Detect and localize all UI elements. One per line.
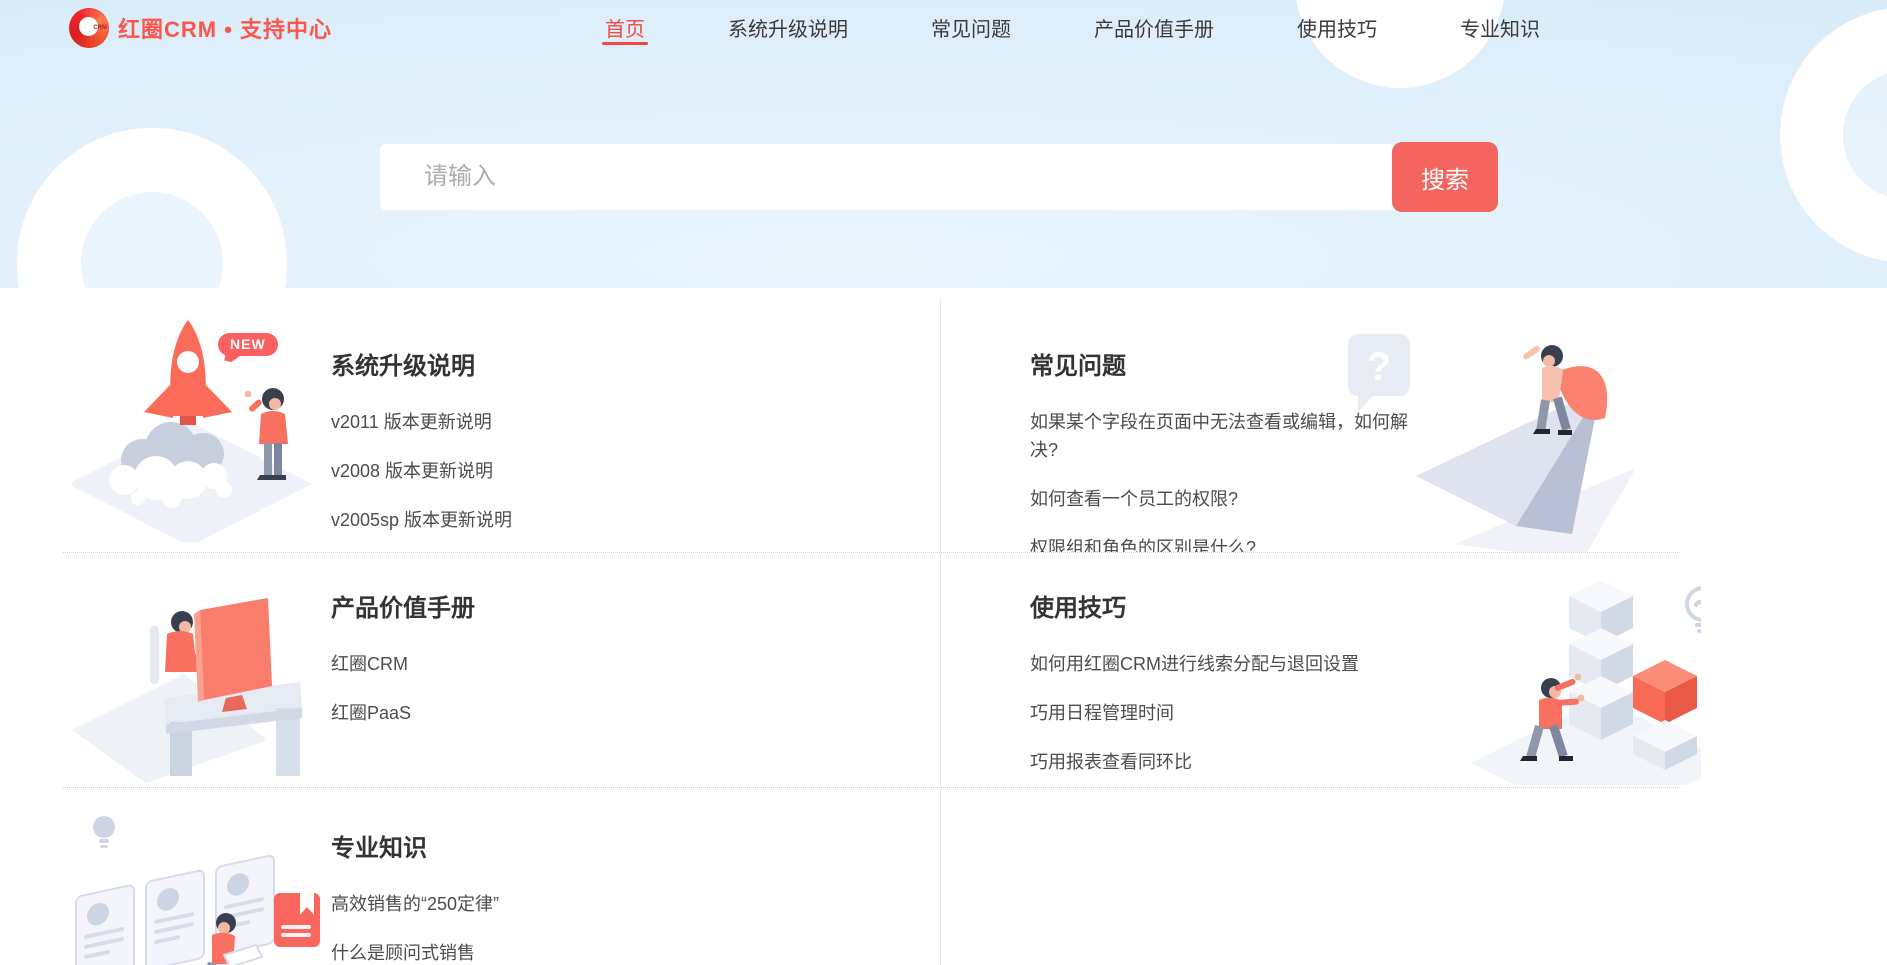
documents-illustration-wrap	[63, 787, 313, 965]
section-system-upgrade: NEW	[63, 288, 940, 552]
rocket-illustration-wrap: NEW	[63, 288, 313, 552]
search-button[interactable]: 搜索	[1392, 142, 1498, 212]
article-link[interactable]: 如何用红圈CRM进行线索分配与退回设置	[1030, 650, 1359, 678]
knowledge-texts: 专业知识 高效销售的“250定律” 什么是顾问式销售	[331, 787, 499, 965]
rocket	[144, 320, 232, 425]
article-link[interactable]: v2005sp 版本更新说明	[331, 506, 512, 534]
article-link[interactable]: 巧用报表查看同环比	[1030, 748, 1192, 776]
article-link[interactable]: 如何查看一个员工的权限?	[1030, 485, 1238, 513]
main-nav: 首页 系统升级说明 常见问题 产品价值手册 使用技巧 专业知识	[605, 0, 1540, 55]
article-link[interactable]: 红圈PaaS	[331, 699, 411, 727]
lightbulb-icon-gray	[93, 816, 115, 848]
content-area: NEW	[0, 288, 1887, 965]
site-title: 红圈CRM • 支持中心	[118, 12, 332, 44]
section-title: 专业知识	[331, 828, 499, 863]
question-bubble: ?	[1348, 334, 1410, 412]
nav-item-tips[interactable]: 使用技巧	[1297, 0, 1377, 55]
section-title: 产品价值手册	[331, 588, 475, 623]
top-header: CRM 红圈CRM • 支持中心 首页 系统升级说明 常见问题 产品价值手册 使…	[0, 0, 1887, 55]
section-faq: 常见问题 如果某个字段在页面中无法查看或编辑，如何解决? 如何查看一个员工的权限…	[941, 288, 1701, 552]
question-mark: ?	[1367, 345, 1391, 389]
article-link[interactable]: 权限组和角色的区别是什么?	[1030, 534, 1256, 552]
system-upgrade-texts: 系统升级说明 v2011 版本更新说明 v2008 版本更新说明 v2005sp…	[331, 288, 512, 552]
lightbulb-icon	[1687, 588, 1701, 631]
brand[interactable]: CRM 红圈CRM • 支持中心	[69, 0, 332, 55]
decor-ring-left	[17, 128, 287, 288]
hongquan-crm-logo-icon: CRM	[69, 8, 109, 48]
article-link[interactable]: 高效销售的“250定律”	[331, 890, 499, 918]
search-bar: 搜索	[380, 144, 1498, 212]
section-title: 系统升级说明	[331, 346, 512, 381]
section-knowledge: 专业知识 高效销售的“250定律” 什么是顾问式销售	[63, 787, 940, 965]
nav-item-product-value[interactable]: 产品价值手册	[1094, 0, 1214, 55]
search-input[interactable]	[380, 144, 1398, 210]
article-link[interactable]: v2011 版本更新说明	[331, 408, 492, 436]
product-value-texts: 产品价值手册 红圈CRM 红圈PaaS	[331, 552, 475, 787]
logo-crm-text: CRM	[93, 25, 107, 31]
article-link[interactable]: 什么是顾问式销售	[331, 939, 475, 965]
article-link[interactable]: 红圈CRM	[331, 650, 408, 678]
faq-texts: 常见问题 如果某个字段在页面中无法查看或编辑，如何解决? 如何查看一个员工的权限…	[941, 288, 1416, 552]
paper-plane-illustration: ?	[1346, 326, 1666, 552]
knowledge-cards-illustration	[66, 801, 346, 965]
nav-item-home[interactable]: 首页	[605, 0, 645, 55]
nav-item-system-upgrade[interactable]: 系统升级说明	[728, 0, 848, 55]
tips-texts: 使用技巧 如何用红圈CRM进行线索分配与退回设置 巧用日程管理时间 巧用报表查看…	[941, 552, 1416, 787]
red-cube	[1633, 660, 1697, 724]
nav-item-faq[interactable]: 常见问题	[931, 0, 1011, 55]
support-center-page: CRM 红圈CRM • 支持中心 首页 系统升级说明 常见问题 产品价值手册 使…	[0, 0, 1887, 965]
new-badge: NEW	[218, 333, 278, 356]
section-product-value: 产品价值手册 红圈CRM 红圈PaaS	[63, 552, 940, 787]
person-at-desk-illustration	[72, 568, 312, 783]
desk-illustration-wrap	[63, 552, 313, 787]
building-blocks-illustration	[1431, 570, 1701, 785]
article-link[interactable]: 巧用日程管理时间	[1030, 699, 1174, 727]
red-book-icon	[274, 893, 320, 947]
section-tips: 使用技巧 如何用红圈CRM进行线索分配与退回设置 巧用日程管理时间 巧用报表查看…	[941, 552, 1701, 787]
section-title: 使用技巧	[1030, 588, 1416, 623]
article-link[interactable]: v2008 版本更新说明	[331, 457, 493, 485]
nav-item-knowledge[interactable]: 专业知识	[1460, 0, 1540, 55]
